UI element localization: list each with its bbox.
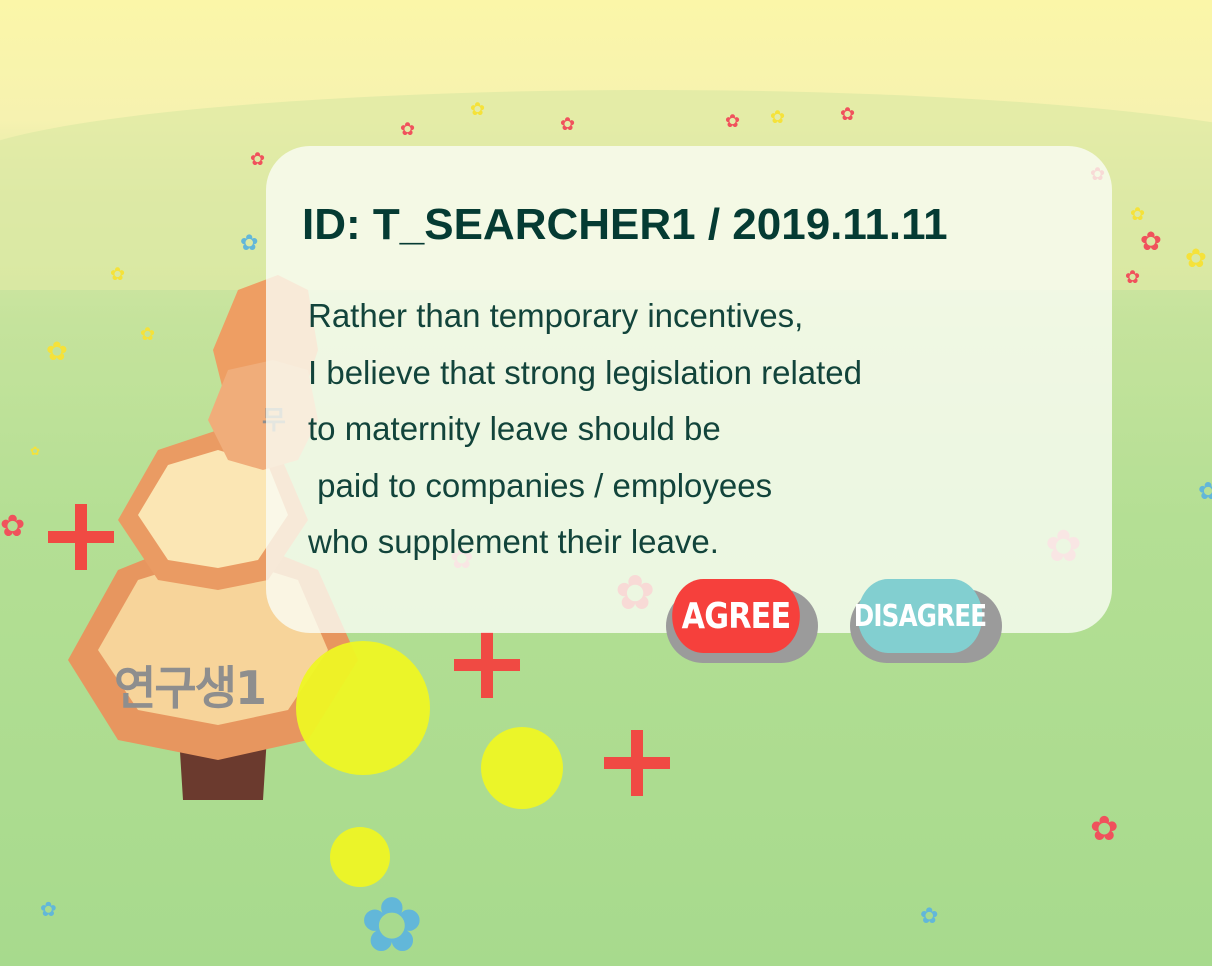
flower-icon: ✿ <box>1185 243 1207 273</box>
flower-icon: ✿ <box>560 114 576 134</box>
disagree-button-label: DISAGREE <box>854 579 987 653</box>
comment-line: I believe that strong legislation relate… <box>308 353 863 391</box>
flower-icon: ✿ <box>40 899 57 921</box>
flower-icon: ✿ <box>770 107 786 127</box>
flower-icon: ✿ <box>470 99 486 119</box>
yellow-orb-icon[interactable] <box>481 727 563 809</box>
player-name-tag: 연구생1 <box>114 661 267 715</box>
flower-icon: ✿ <box>1130 204 1146 224</box>
comment-line: to maternity leave should be <box>308 410 721 447</box>
flower-icon: ✿ <box>725 111 741 131</box>
flower-icon: ✿ <box>840 104 856 124</box>
red-plus-icon[interactable] <box>454 632 520 698</box>
comment-header: ID: T_SEARCHER1 / 2019.11.11 <box>302 200 948 249</box>
flower-icon: ✿ <box>1198 478 1212 505</box>
comment-line: Rather than temporary incentives, <box>308 297 804 334</box>
flower-icon: ✿ <box>400 119 416 139</box>
agree-button[interactable]: AGREE <box>660 579 818 663</box>
yellow-orb-icon[interactable] <box>296 641 430 775</box>
comment-body: Rather than temporary incentives, I beli… <box>308 288 1028 571</box>
flower-icon: ✿ <box>0 510 26 543</box>
flower-icon: ✿ <box>250 149 266 169</box>
yellow-orb-icon[interactable] <box>330 827 390 887</box>
flower-icon: ✿ <box>240 230 259 255</box>
flower-icon: ✿ <box>1140 226 1162 256</box>
flower-icon: ✿ <box>920 903 939 928</box>
red-plus-icon[interactable] <box>604 730 670 796</box>
comment-line: paid to companies / employees <box>308 466 773 504</box>
red-plus-icon[interactable] <box>48 504 114 570</box>
agree-button-label: AGREE <box>672 579 800 653</box>
flower-icon: ✿ <box>1090 810 1119 848</box>
comment-line: who supplement their leave. <box>308 523 719 560</box>
flower-icon: ✿ <box>30 444 41 458</box>
flower-icon: ✿ <box>360 883 424 966</box>
flower-icon: ✿ <box>1125 267 1141 287</box>
disagree-button[interactable]: DISAGREE <box>844 579 1002 663</box>
